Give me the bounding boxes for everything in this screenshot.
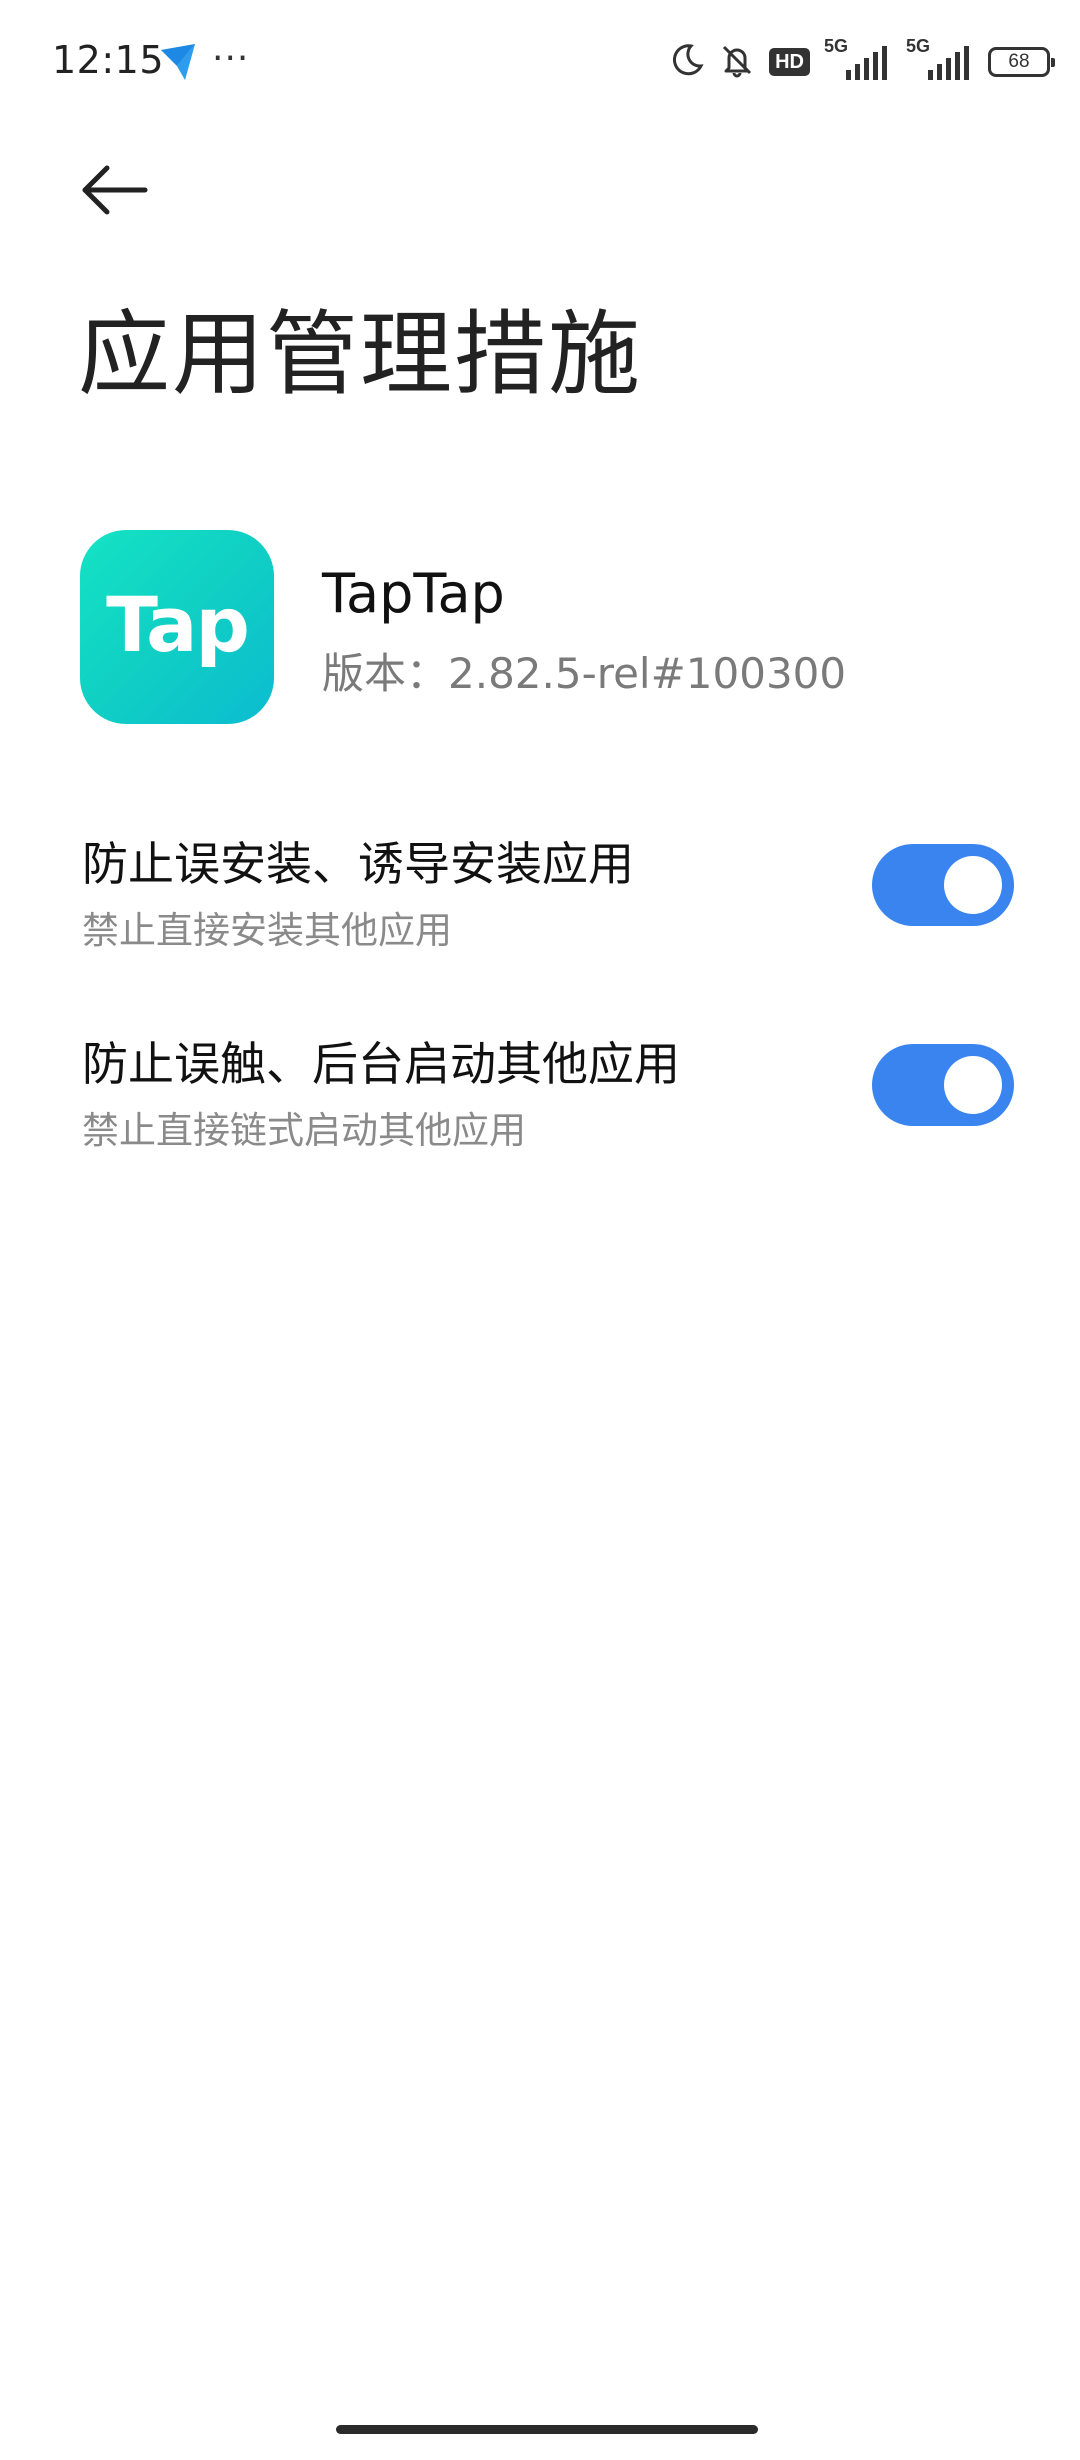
app-icon: Tap [80, 530, 274, 724]
toggle-knob [944, 856, 1002, 914]
setting-row-prevent-launch[interactable]: 防止误触、后台启动其他应用 禁止直接链式启动其他应用 [0, 1028, 1080, 1178]
back-button[interactable] [70, 145, 160, 235]
setting-subtitle: 禁止直接安装其他应用 [82, 909, 452, 952]
signal-icon-1: 5G [824, 36, 892, 82]
signal-icon-2: 5G [906, 36, 974, 82]
status-bar: 12:15 ··· HD 5G 5G 68 [0, 0, 1080, 130]
moon-icon [669, 42, 705, 82]
back-arrow-icon [82, 165, 148, 215]
bell-muted-icon [719, 42, 755, 82]
status-icons: HD 5G 5G 68 [669, 36, 1055, 82]
more-notifications-icon: ··· [212, 38, 250, 79]
setting-title: 防止误触、后台启动其他应用 [82, 1037, 680, 1091]
app-name: TapTap [322, 562, 505, 625]
app-icon-text: Tap [106, 579, 250, 669]
setting-row-prevent-install[interactable]: 防止误安装、诱导安装应用 禁止直接安装其他应用 [0, 828, 1080, 978]
prevent-launch-toggle[interactable] [872, 1044, 1014, 1126]
hd-badge: HD [769, 48, 810, 76]
battery-icon: 68 [988, 47, 1055, 77]
page-title: 应用管理措施 [78, 301, 643, 408]
prevent-install-toggle[interactable] [872, 844, 1014, 926]
toggle-knob [944, 1056, 1002, 1114]
home-indicator[interactable] [336, 2425, 758, 2434]
send-app-icon [155, 40, 201, 86]
status-time: 12:15 [52, 38, 165, 82]
setting-title: 防止误安装、诱导安装应用 [82, 837, 634, 891]
app-version: 版本：2.82.5-rel#100300 [322, 649, 847, 698]
setting-subtitle: 禁止直接链式启动其他应用 [82, 1109, 526, 1152]
